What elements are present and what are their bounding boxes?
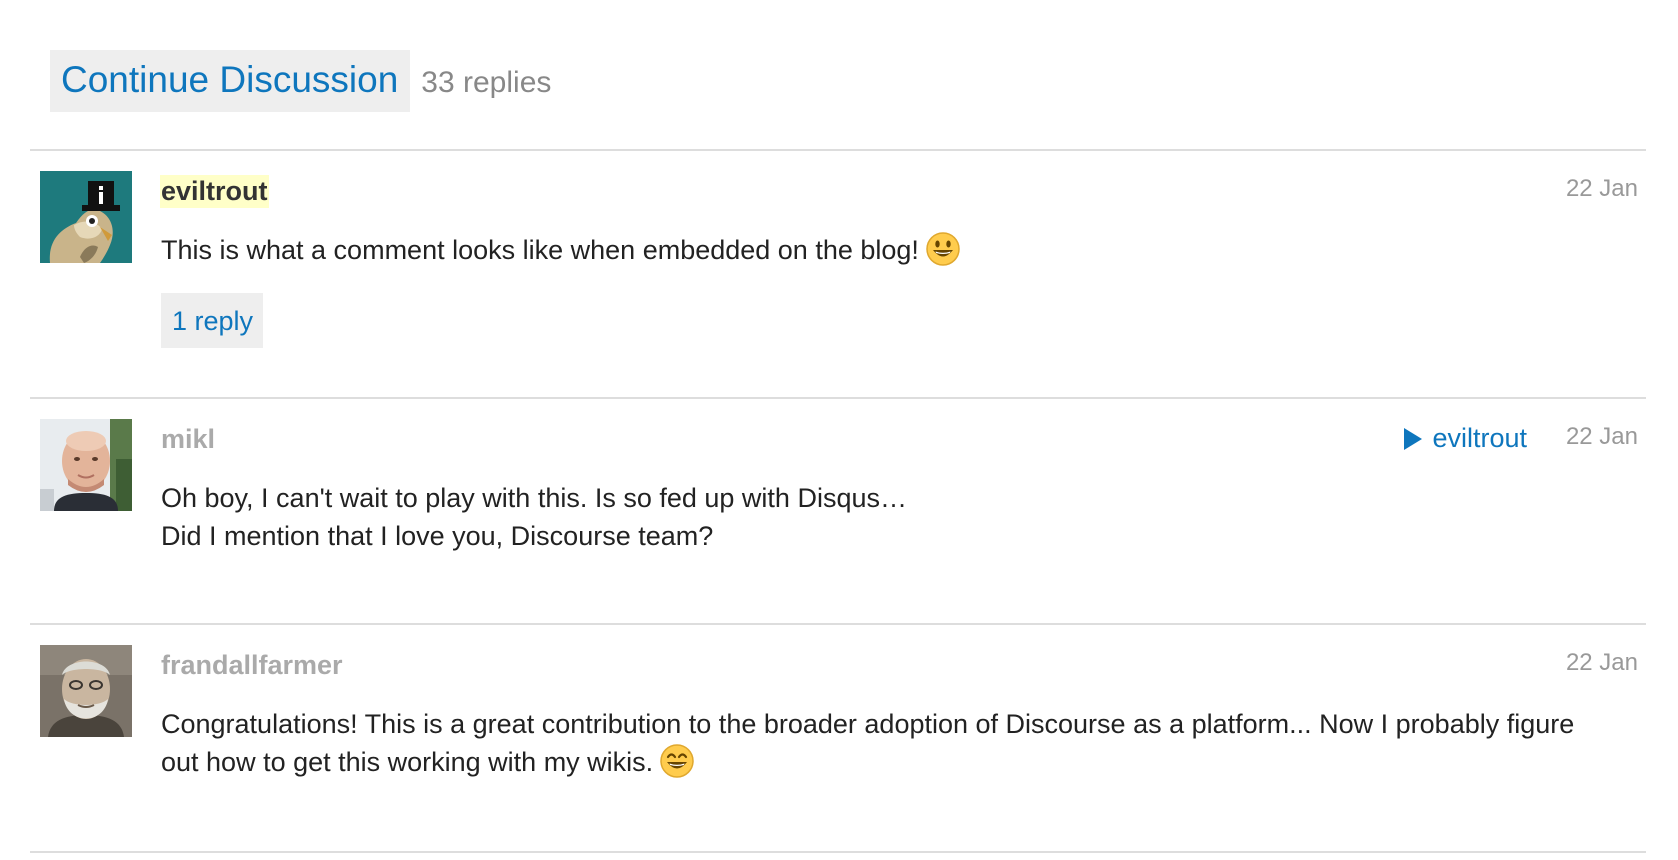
avatar[interactable] (40, 171, 132, 263)
owl-top-hat-avatar-icon (40, 171, 132, 263)
post-username[interactable]: mikl (160, 423, 216, 456)
post-item: mikl eviltrout 22 Jan Oh boy, I can't wa… (30, 397, 1646, 623)
avatar[interactable] (40, 419, 132, 511)
post-text-line: Oh boy, I can't wait to play with this. … (161, 483, 907, 513)
reply-to-link[interactable]: eviltrout (1404, 423, 1527, 454)
avatar[interactable] (40, 645, 132, 737)
post-date[interactable]: 22 Jan (1566, 649, 1638, 677)
post-item: eviltrout 22 Jan This is what a comment … (30, 149, 1646, 397)
replies-count: 33 replies (421, 65, 552, 99)
bearded-man-photo-avatar-icon (40, 645, 132, 737)
post-item: frandallfarmer 22 Jan Congratulations! T… (30, 623, 1646, 853)
reply-to-username: eviltrout (1432, 423, 1527, 453)
post-text-line: This is what a comment looks like when e… (161, 235, 919, 265)
post-text-line: out how to get this working with my wiki… (161, 747, 654, 777)
play-arrow-icon (1404, 427, 1423, 450)
post-body: Congratulations! This is a great contrib… (161, 705, 1646, 781)
smiley-emoji-icon (925, 231, 961, 267)
post-date[interactable]: 22 Jan (1566, 423, 1638, 451)
post-text: This is what a comment looks like when e… (161, 231, 1646, 269)
man-photo-avatar-icon (40, 419, 132, 511)
post-body: Oh boy, I can't wait to play with this. … (161, 479, 1646, 555)
post-body: This is what a comment looks like when e… (161, 231, 1646, 269)
replies-button[interactable]: 1 reply (161, 293, 264, 348)
post-text-line: Congratulations! This is a great contrib… (161, 709, 1575, 739)
post-date[interactable]: 22 Jan (1566, 175, 1638, 203)
post-text-line: Did I mention that I love you, Discourse… (161, 521, 714, 551)
continue-discussion-button[interactable]: Continue Discussion (50, 50, 411, 112)
smile-emoji-icon (659, 743, 695, 779)
post-text: out how to get this working with my wiki… (161, 743, 1646, 781)
post-username[interactable]: frandallfarmer (160, 649, 344, 682)
post-username[interactable]: eviltrout (160, 175, 269, 208)
discussion-header: Continue Discussion 33 replies (50, 50, 551, 112)
post-list: eviltrout 22 Jan This is what a comment … (30, 149, 1646, 853)
